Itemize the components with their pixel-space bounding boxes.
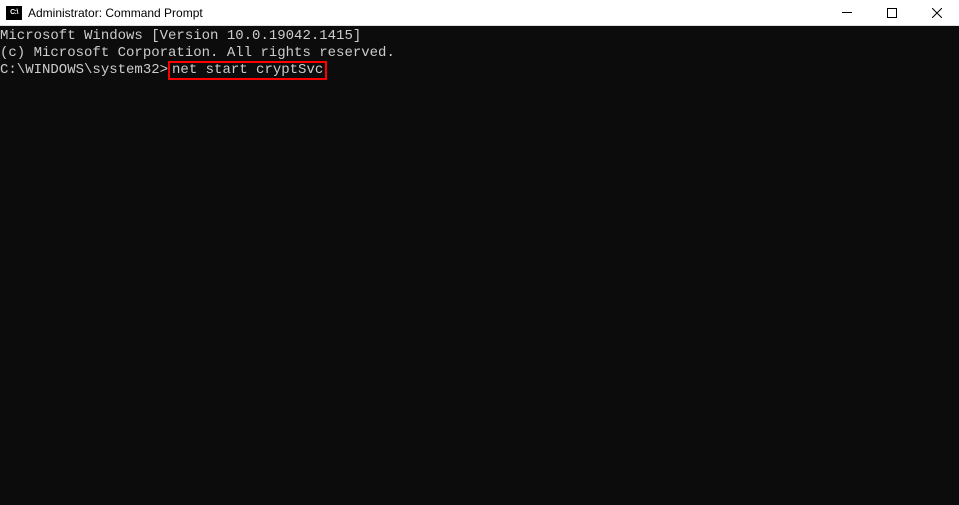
prompt-path: C:\WINDOWS\system32> (0, 62, 168, 78)
minimize-button[interactable] (824, 0, 869, 25)
terminal-area[interactable]: Microsoft Windows [Version 10.0.19042.14… (0, 26, 959, 505)
output-line: (c) Microsoft Corporation. All rights re… (0, 45, 959, 62)
command-text: net start cryptSvc (172, 62, 323, 78)
window-title: Administrator: Command Prompt (28, 6, 824, 20)
output-line: Microsoft Windows [Version 10.0.19042.14… (0, 28, 959, 45)
maximize-button[interactable] (869, 0, 914, 25)
close-icon (932, 8, 942, 18)
window-controls (824, 0, 959, 25)
minimize-icon (842, 12, 852, 13)
command-highlight: net start cryptSvc (168, 61, 327, 80)
titlebar[interactable]: C:\ Administrator: Command Prompt (0, 0, 959, 26)
command-prompt-window: C:\ Administrator: Command Prompt Micros… (0, 0, 959, 505)
prompt-line: C:\WINDOWS\system32>net start cryptSvc (0, 62, 959, 80)
cmd-icon: C:\ (6, 6, 22, 20)
close-button[interactable] (914, 0, 959, 25)
maximize-icon (887, 8, 897, 18)
